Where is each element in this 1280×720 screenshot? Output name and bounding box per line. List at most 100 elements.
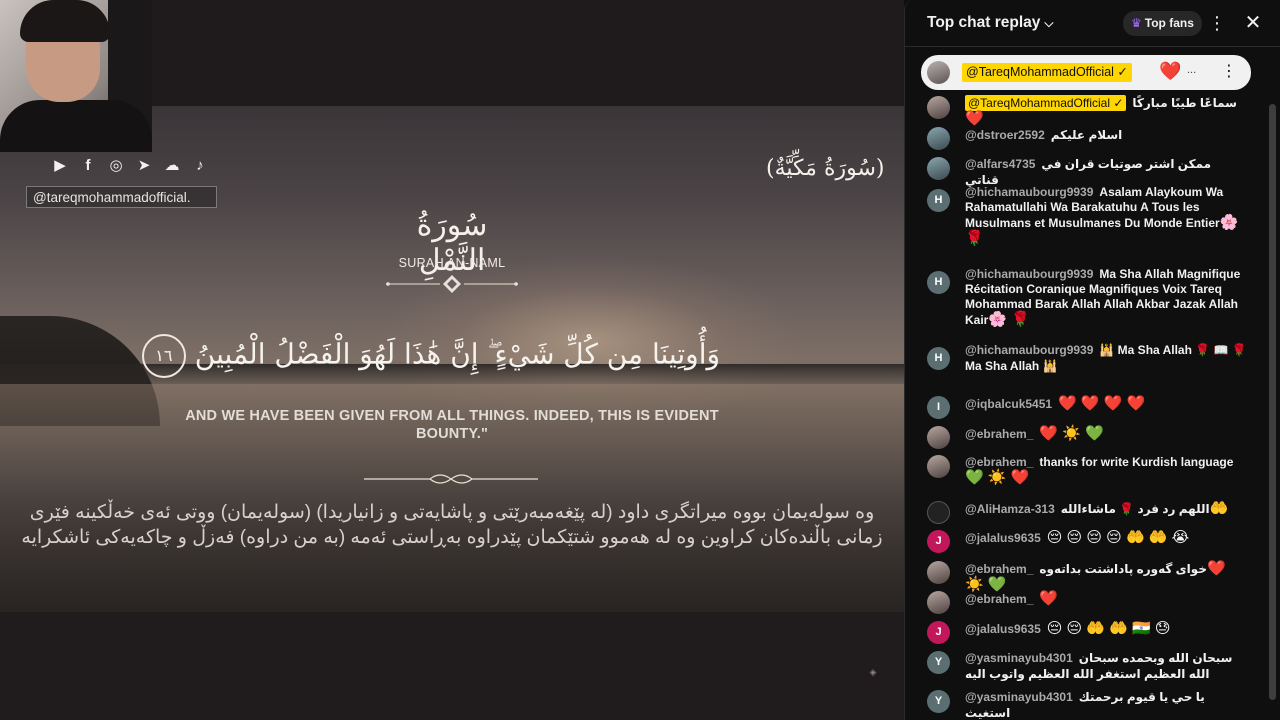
chat-emoji: 🤲 [1209, 500, 1229, 517]
chat-message-body: @jalalus9635 😔 😔 🤲 🤲 🇮🇳 😓 [965, 621, 1247, 637]
webcam-overlay [0, 0, 152, 152]
avatar[interactable]: Y [927, 690, 950, 713]
chat-message-body: @yasminayub4301 يا حي يا قيوم برحمتك استغ… [965, 690, 1247, 720]
app-root: ▶ f ◎ ➤ ☁ ♪ @tareqmohammadofficial. (سُو… [0, 0, 1280, 720]
avatar[interactable]: J [927, 530, 950, 553]
chat-mode-dropdown[interactable]: Top chat replay ⌵ [927, 14, 1054, 32]
chat-message-body: @dstroer2592 اسلام عليكم [965, 127, 1247, 143]
chat-header: Top chat replay ⌵ ♛ Top fans ⋮ ✕ [905, 0, 1280, 47]
soundcloud-icon: ☁ [164, 157, 180, 174]
chat-text: سماعًا طيبًا مباركًا [1132, 96, 1237, 110]
chat-emoji: 😔 😔 😔 😔 🤲 🤲 😭 [1046, 529, 1190, 546]
pinned-text: ... [1187, 64, 1197, 76]
chat-author[interactable]: @yasminayub4301 [965, 651, 1073, 665]
chat-author[interactable]: @TareqMohammadOfficial ✓ [965, 95, 1127, 111]
chat-emoji: 💚 ☀️ ❤️ [965, 469, 1030, 486]
shirt [0, 100, 152, 152]
avatar[interactable] [927, 96, 950, 119]
chat-message-body: @hichamaubourg9939 Ma Sha Allah Magnifiqu… [965, 267, 1247, 328]
chat-message-body: @ebrahem_ خوای گەورە پاداشتت بداتەوە❤️ ☀️… [965, 561, 1247, 593]
watermark-logo: ◈ [869, 668, 877, 678]
avatar[interactable] [927, 591, 950, 614]
crown-icon: ♛ [1131, 16, 1142, 30]
social-icons-row: ▶ f ◎ ➤ ☁ ♪ [48, 154, 212, 176]
chat-message-body: @AliHamza-313 اللهم رد فرد 🌹 ماشاءالله🤲 [965, 501, 1247, 517]
verse-arabic-text: وَأُوتِينَا مِن كُلِّ شَيْءٍ ۖ إِنَّ هَٰ… [194, 337, 720, 371]
chat-text: thanks for write Kurdish language [1039, 455, 1234, 469]
chat-emoji: ❤️ ☀️ 💚 [1039, 425, 1104, 442]
avatar[interactable] [927, 127, 950, 150]
chat-message-body: @ebrahem_ ❤️ [965, 591, 1247, 607]
top-fans-label: Top fans [1144, 16, 1194, 30]
kurdish-translation: وە سولەیمان بووە میراتگری داود (لە پێغەم… [21, 502, 883, 548]
facebook-icon: f [85, 156, 91, 174]
avatar[interactable] [927, 561, 950, 584]
chat-message-body: @ebrahem_ thanks for write Kurdish langua… [965, 455, 1247, 486]
chat-message-body: @yasminayub4301 سبحان الله وبحمده سبحان ا… [965, 651, 1247, 682]
chat-message-body: @jalalus9635 😔 😔 😔 😔 🤲 🤲 😭 [965, 530, 1247, 546]
chat-scrollbar[interactable] [1269, 104, 1276, 700]
verse-number-badge: ١٦ [141, 334, 186, 378]
avatar[interactable] [927, 501, 950, 524]
chat-author[interactable]: @ebrahem_ [965, 455, 1033, 469]
chat-message-body: @TareqMohammadOfficial ✓ سماعًا طيبًا مبا… [965, 95, 1247, 127]
chevron-down-icon: ⌵ [1044, 15, 1054, 30]
avatar[interactable] [927, 455, 950, 478]
close-icon[interactable]: ✕ [1241, 12, 1265, 36]
chat-author[interactable]: @AliHamza-313 [965, 502, 1055, 516]
chat-author[interactable]: @ebrahem_ [965, 562, 1033, 576]
avatar[interactable]: H [927, 189, 950, 212]
video-player[interactable]: ▶ f ◎ ➤ ☁ ♪ @tareqmohammadofficial. (سُو… [0, 0, 904, 720]
chat-message-body: @iqbalcuk5451 ❤️ ❤️ ❤️ ❤️ [965, 396, 1247, 412]
avatar[interactable] [927, 157, 950, 180]
avatar[interactable]: H [927, 347, 950, 370]
chat-author[interactable]: @hichamaubourg9939 [965, 343, 1093, 357]
chat-author[interactable]: @ebrahem_ [965, 592, 1033, 606]
chat-message-body: @hichamaubourg9939 🕌 Ma Sha Allah 🌹 📖 🌹 M… [965, 343, 1247, 374]
chat-title-label: Top chat replay [927, 14, 1041, 31]
avatar[interactable]: Y [927, 651, 950, 674]
avatar[interactable]: I [927, 396, 950, 419]
chat-text: اسلام عليكم [1050, 128, 1123, 142]
chat-emoji: ❤️ ❤️ ❤️ ❤️ [1058, 395, 1146, 412]
youtube-icon: ▶ [54, 157, 66, 174]
avatar[interactable] [927, 61, 950, 84]
video-bottom-band [0, 612, 904, 720]
chat-author[interactable]: @yasminayub4301 [965, 690, 1073, 704]
chat-message-body: @hichamaubourg9939 Asalam Alaykoum Wa Rah… [965, 185, 1247, 247]
chat-emoji: ❤️ [1039, 590, 1059, 607]
chat-author[interactable]: @iqbalcuk5451 [965, 397, 1052, 411]
avatar[interactable] [927, 426, 950, 449]
chat-author[interactable]: @hichamaubourg9939 [965, 267, 1093, 281]
pinned-author[interactable]: @TareqMohammadOfficial ✓ [962, 63, 1132, 82]
avatar[interactable]: H [927, 271, 950, 294]
chat-author[interactable]: @ebrahem_ [965, 427, 1033, 441]
chat-author[interactable]: @jalalus9635 [965, 531, 1041, 545]
chat-emoji: 😔 😔 🤲 🤲 🇮🇳 😓 [1046, 620, 1171, 637]
verse-english: AND WE HAVE BEEN GIVEN FROM ALL THINGS. … [185, 408, 719, 442]
chat-panel: Top chat replay ⌵ ♛ Top fans ⋮ ✕ @TareqM… [904, 0, 1280, 720]
chat-text: خوای گەورە پاداشتت بداتەوە [1039, 562, 1207, 576]
chat-message-body: @alfars4735 ممكن اشتر صوتيات قران في قنات… [965, 157, 1247, 188]
pinned-message[interactable]: @TareqMohammadOfficial ✓ ❤️ ... ⋮ [921, 55, 1251, 90]
top-fans-button[interactable]: ♛ Top fans [1123, 11, 1202, 36]
surah-type-tag: (سُورَةُ مَكِّيَّةٌ) [766, 156, 885, 181]
avatar[interactable]: J [927, 621, 950, 644]
surah-name-english: SURAH AN-NAML [398, 256, 506, 270]
chat-author[interactable]: @dstroer2592 [965, 128, 1045, 142]
chat-author[interactable]: @alfars4735 [965, 157, 1035, 171]
chat-message-body: @ebrahem_ ❤️ ☀️ 💚 [965, 426, 1247, 442]
chat-emoji: 🌸 🌹 [988, 311, 1030, 328]
tiktok-icon: ♪ [196, 156, 204, 174]
more-options-icon[interactable]: ⋮ [1221, 61, 1237, 81]
channel-handle: @tareqmohammadofficial. [26, 186, 217, 208]
chat-emoji: ❤️ [965, 110, 984, 127]
more-options-icon[interactable]: ⋮ [1207, 12, 1227, 36]
divider-ornament [364, 474, 538, 484]
telegram-icon: ➤ [137, 157, 151, 174]
chat-author[interactable]: @hichamaubourg9939 [965, 185, 1093, 199]
chat-text: اللهم رد فرد 🌹 ماشاءالله [1060, 502, 1210, 516]
verse-arabic: وَأُوتِينَا مِن كُلِّ شَيْءٍ ۖ إِنَّ هَٰ… [141, 334, 720, 390]
chat-author[interactable]: @jalalus9635 [965, 622, 1041, 636]
hair [20, 0, 110, 42]
